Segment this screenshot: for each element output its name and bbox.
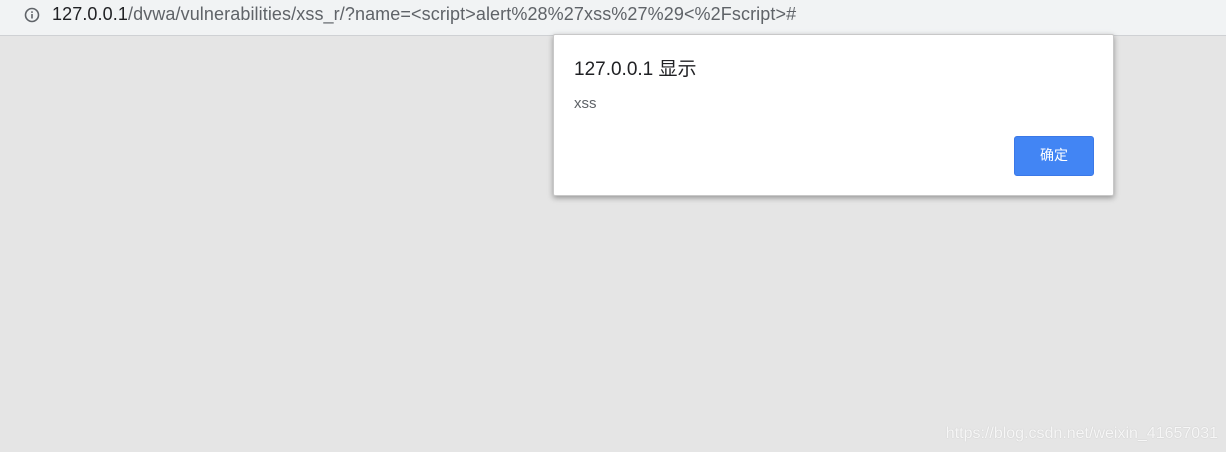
watermark: https://blog.csdn.net/weixin_41657031 bbox=[945, 425, 1218, 442]
alert-dialog: 127.0.0.1 显示 xss 确定 bbox=[553, 34, 1114, 196]
url-path: /dvwa/vulnerabilities/xss_r/?name=<scrip… bbox=[127, 4, 797, 24]
url-host: 127.0.0.1 bbox=[52, 4, 128, 24]
ok-button[interactable]: 确定 bbox=[1014, 136, 1094, 176]
url-text[interactable]: 127.0.0.1/dvwa/vulnerabilities/xss_r/?na… bbox=[52, 3, 796, 25]
address-bar[interactable]: 127.0.0.1/dvwa/vulnerabilities/xss_r/?na… bbox=[0, 0, 1226, 36]
dialog-message: xss bbox=[574, 95, 597, 112]
dialog-title: 127.0.0.1 显示 bbox=[574, 59, 697, 80]
info-icon[interactable] bbox=[24, 7, 40, 23]
